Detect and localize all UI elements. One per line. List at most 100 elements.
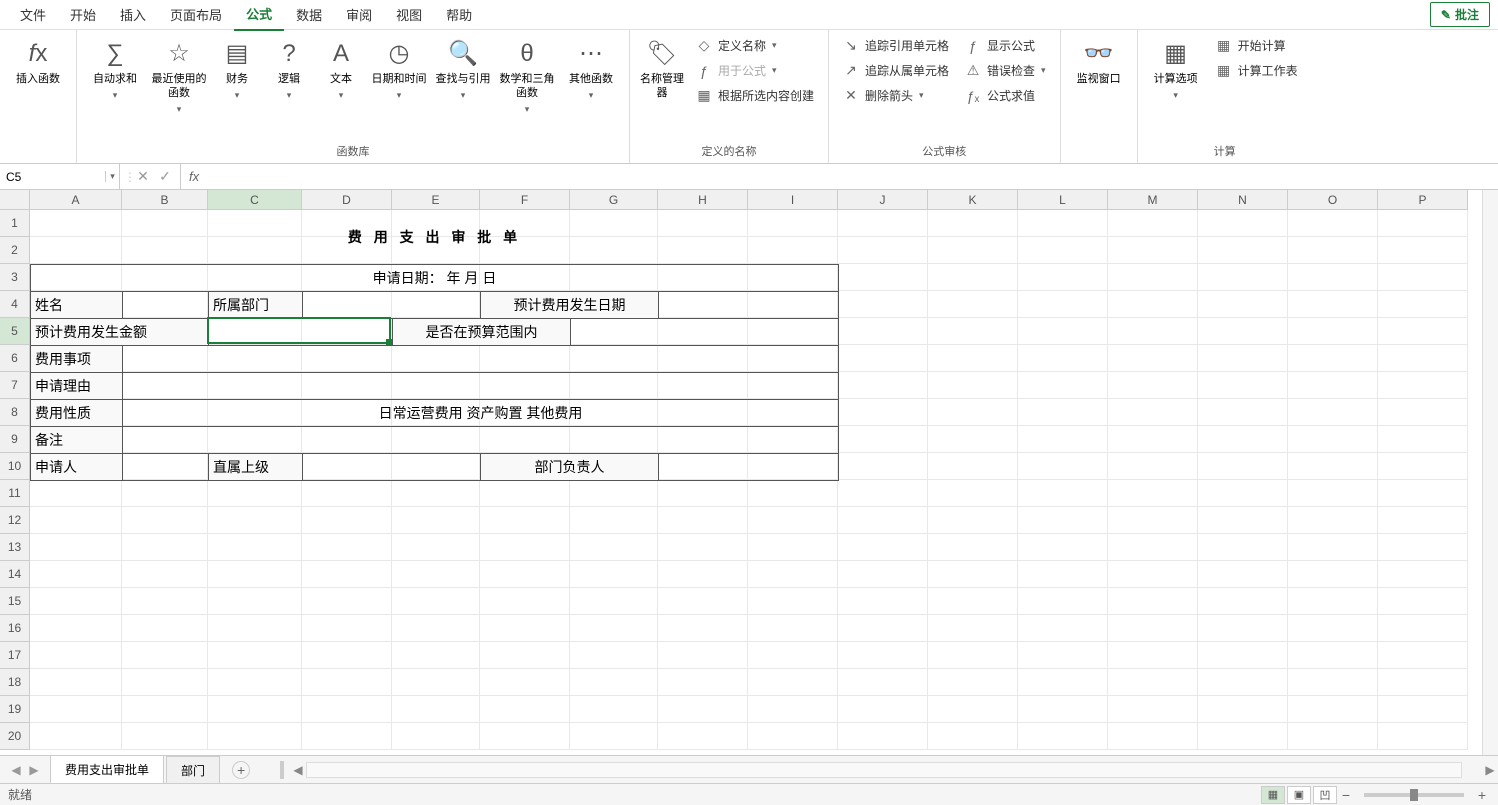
menu-help[interactable]: 帮助 [434, 0, 484, 30]
row-header-13[interactable]: 13 [0, 534, 30, 561]
applicant-field[interactable] [123, 453, 209, 480]
item-field[interactable] [123, 345, 839, 372]
col-header-F[interactable]: F [480, 190, 570, 210]
col-header-K[interactable]: K [928, 190, 1018, 210]
row-header-18[interactable]: 18 [0, 669, 30, 696]
view-normal-button[interactable]: ▦ [1261, 786, 1285, 804]
tab-prev-button[interactable]: ◀ [8, 763, 24, 777]
row-header-2[interactable]: 2 [0, 237, 30, 264]
row-header-6[interactable]: 6 [0, 345, 30, 372]
view-pagelayout-button[interactable]: ▣ [1287, 786, 1311, 804]
col-header-P[interactable]: P [1378, 190, 1468, 210]
form-date-line[interactable]: 申请日期： 年 月 日 [31, 264, 839, 291]
recent-fn-button[interactable]: ☆最近使用的函数▾ [149, 34, 209, 120]
name-box-input[interactable] [0, 170, 105, 184]
col-header-L[interactable]: L [1018, 190, 1108, 210]
row-header-15[interactable]: 15 [0, 588, 30, 615]
row-header-11[interactable]: 11 [0, 480, 30, 507]
est-amount-field[interactable] [209, 318, 393, 345]
add-sheet-button[interactable]: + [232, 761, 250, 779]
zoom-in-button[interactable]: + [1474, 787, 1490, 803]
row-header-20[interactable]: 20 [0, 723, 30, 750]
in-budget-field[interactable] [571, 318, 839, 345]
row-header-1[interactable]: 1 [0, 210, 30, 237]
name-box-dropdown[interactable]: ▾ [105, 171, 119, 182]
col-header-D[interactable]: D [302, 190, 392, 210]
row-header-12[interactable]: 12 [0, 507, 30, 534]
menu-data[interactable]: 数据 [284, 0, 334, 30]
hscroll-right[interactable]: ▶ [1482, 763, 1498, 777]
show-formulas-button[interactable]: ƒ显示公式 [959, 34, 1052, 57]
row-header-9[interactable]: 9 [0, 426, 30, 453]
remove-arrows-button[interactable]: ✕删除箭头▾ [837, 84, 955, 107]
calc-sheet-button[interactable]: ▦计算工作表 [1210, 59, 1304, 82]
col-header-N[interactable]: N [1198, 190, 1288, 210]
menu-formulas[interactable]: 公式 [234, 0, 284, 31]
zoom-out-button[interactable]: − [1338, 787, 1354, 803]
col-header-C[interactable]: C [208, 190, 302, 210]
menu-file[interactable]: 文件 [8, 0, 58, 30]
insert-function-button[interactable]: fx 插入函数 [8, 34, 68, 90]
col-header-O[interactable]: O [1288, 190, 1378, 210]
trace-dependents-button[interactable]: ↗追踪从属单元格 [837, 59, 955, 82]
view-pagebreak-button[interactable]: 凹 [1313, 786, 1337, 804]
menu-review[interactable]: 审阅 [334, 0, 384, 30]
row-header-17[interactable]: 17 [0, 642, 30, 669]
sheet-tab-1[interactable]: 部门 [166, 756, 220, 784]
col-header-M[interactable]: M [1108, 190, 1198, 210]
menu-insert[interactable]: 插入 [108, 0, 158, 30]
datetime-button[interactable]: ◷日期和时间▾ [369, 34, 429, 106]
col-header-H[interactable]: H [658, 190, 748, 210]
financial-button[interactable]: ▤财务▾ [213, 34, 261, 106]
formula-input[interactable] [207, 164, 1498, 189]
dept-field[interactable] [303, 291, 481, 318]
row-header-7[interactable]: 7 [0, 372, 30, 399]
col-header-G[interactable]: G [570, 190, 658, 210]
zoom-slider[interactable] [1364, 793, 1464, 797]
lookup-button[interactable]: 🔍查找与引用▾ [433, 34, 493, 106]
nature-options[interactable]: 日常运营费用 资产购置 其他费用 [123, 399, 839, 426]
vertical-scrollbar[interactable] [1482, 190, 1498, 755]
dept-head-field[interactable] [659, 453, 839, 480]
row-header-4[interactable]: 4 [0, 291, 30, 318]
select-all-corner[interactable] [0, 190, 30, 210]
menu-pagelayout[interactable]: 页面布局 [158, 0, 234, 30]
autosum-button[interactable]: ∑自动求和▾ [85, 34, 145, 106]
logical-button[interactable]: ?逻辑▾ [265, 34, 313, 106]
row-header-3[interactable]: 3 [0, 264, 30, 291]
accept-formula-button[interactable]: ✓ [154, 168, 176, 185]
calc-options-button[interactable]: ▦计算选项▾ [1146, 34, 1206, 106]
define-name-button[interactable]: ◇定义名称▾ [690, 34, 820, 57]
col-header-B[interactable]: B [122, 190, 208, 210]
zoom-handle[interactable] [1410, 789, 1418, 801]
math-button[interactable]: θ数学和三角函数▾ [497, 34, 557, 120]
menu-home[interactable]: 开始 [58, 0, 108, 30]
watch-window-button[interactable]: 👓监视窗口 [1069, 34, 1129, 90]
fx-icon[interactable]: fx [181, 164, 207, 189]
remark-field[interactable] [123, 426, 839, 453]
col-header-E[interactable]: E [392, 190, 480, 210]
row-header-8[interactable]: 8 [0, 399, 30, 426]
col-header-A[interactable]: A [30, 190, 122, 210]
col-header-I[interactable]: I [748, 190, 838, 210]
row-header-10[interactable]: 10 [0, 453, 30, 480]
trace-precedents-button[interactable]: ↘追踪引用单元格 [837, 34, 955, 57]
text-fn-button[interactable]: A文本▾ [317, 34, 365, 106]
row-header-14[interactable]: 14 [0, 561, 30, 588]
use-in-formula-button[interactable]: ƒ用于公式▾ [690, 59, 820, 82]
reason-field[interactable] [123, 372, 839, 399]
more-fn-button[interactable]: ⋯其他函数▾ [561, 34, 621, 106]
name-manager-button[interactable]: 🏷名称管理器 [638, 34, 686, 104]
cancel-formula-button[interactable]: ✕ [132, 168, 154, 185]
name-field[interactable] [123, 291, 209, 318]
col-header-J[interactable]: J [838, 190, 928, 210]
supervisor-field[interactable] [303, 453, 481, 480]
row-header-19[interactable]: 19 [0, 696, 30, 723]
row-header-5[interactable]: 5 [0, 318, 30, 345]
calc-now-button[interactable]: ▦开始计算 [1210, 34, 1304, 57]
est-date-field[interactable] [659, 291, 839, 318]
horizontal-scrollbar[interactable] [306, 762, 1462, 778]
sheet-tab-0[interactable]: 费用支出审批单 [50, 755, 164, 785]
error-check-button[interactable]: ⚠错误检查▾ [959, 59, 1052, 82]
tab-next-button[interactable]: ▶ [26, 763, 42, 777]
